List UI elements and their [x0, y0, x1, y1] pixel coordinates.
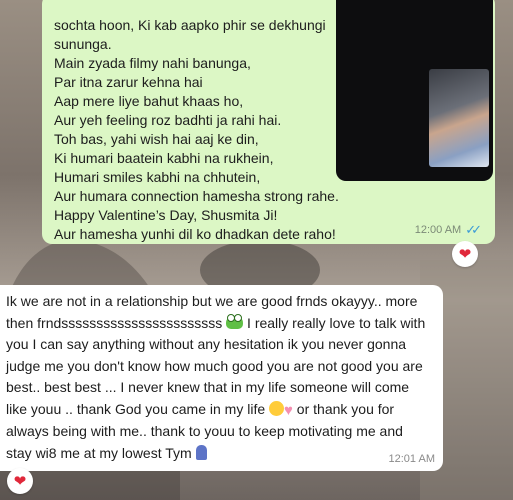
- heart-icon: ❤: [13, 472, 27, 490]
- message-line: always being with me.. thank to youu to …: [6, 423, 403, 439]
- message-fragment: I really really love to talk with: [243, 314, 426, 331]
- message-fragment: stay wi8 me at my lowest Tym: [6, 444, 196, 461]
- message-line: stay wi8 me at my lowest Tym: [6, 443, 435, 465]
- message-fragment: or thank you for: [292, 400, 395, 417]
- message-line: like youu .. thank God you came in my li…: [6, 399, 435, 422]
- message-time: 12:00 AM: [414, 224, 462, 236]
- pink-heart-emoji-icon: ♥: [284, 401, 293, 419]
- message-line: then frndsssssssssssssssssssssss I reall…: [6, 313, 435, 335]
- message-line: best.. best best ... I never knew that i…: [6, 379, 410, 395]
- double-check-read-icon: ✓✓: [465, 222, 482, 237]
- reaction-heart[interactable]: ❤: [7, 468, 33, 494]
- incoming-message-time: 12:01 AM: [388, 453, 435, 465]
- video-call-overlay[interactable]: [336, 0, 493, 181]
- outgoing-message-meta: 12:00 AM ✓✓: [414, 222, 482, 238]
- message-line: you I can say anything without any hesit…: [6, 336, 407, 352]
- message-line: judge me you don't know how much good yo…: [6, 357, 423, 374]
- message-fragment: then frndsssssssssssssssssssssss: [6, 314, 223, 331]
- pleading-face-emoji-icon: [269, 400, 285, 416]
- incoming-message-text: Ik we are not in a relationship but we a…: [6, 291, 435, 464]
- message-line: Aur humara connection hamesha strong rah…: [54, 188, 339, 204]
- frog-emoji-icon: [226, 313, 244, 329]
- self-video-preview[interactable]: [429, 69, 489, 167]
- message-fragment: like youu .. thank God you came in my li…: [6, 400, 270, 417]
- person-emoji-icon: [195, 444, 207, 460]
- incoming-message-bubble[interactable]: Ik we are not in a relationship but we a…: [0, 285, 443, 471]
- reaction-heart[interactable]: ❤: [452, 241, 478, 267]
- message-line: Ik we are not in a relationship but we a…: [6, 293, 418, 309]
- heart-icon: ❤: [458, 245, 472, 263]
